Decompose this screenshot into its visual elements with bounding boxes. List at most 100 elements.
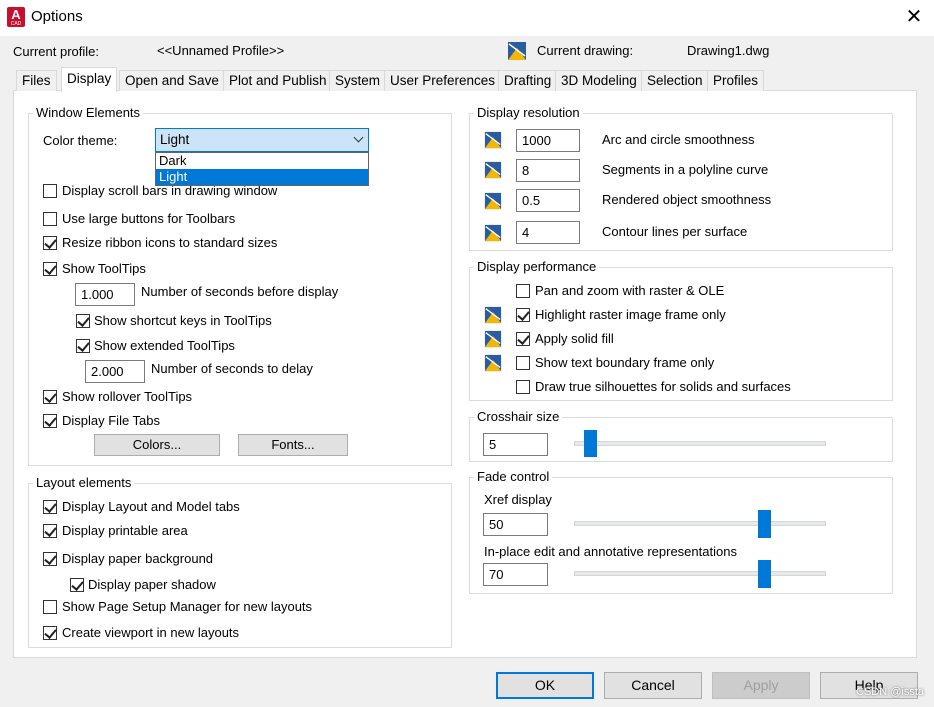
rendered-smoothness-label: Rendered object smoothness <box>602 192 772 207</box>
tab-drafting[interactable]: Drafting <box>498 70 558 91</box>
text-boundary-checkbox[interactable] <box>516 356 530 370</box>
fade-control-title: Fade control <box>474 469 553 484</box>
extended-tooltips-label: Show extended ToolTips <box>94 338 235 353</box>
create-viewport-label: Create viewport in new layouts <box>62 625 240 640</box>
crosshair-slider-thumb[interactable] <box>584 430 597 457</box>
color-theme-select[interactable]: Light <box>155 128 369 152</box>
tab-user-preferences[interactable]: User Preferences <box>384 70 502 91</box>
printable-area-checkbox[interactable] <box>43 524 57 538</box>
current-drawing-label: Current drawing: <box>537 43 634 58</box>
tab-files[interactable]: Files <box>16 70 57 91</box>
resize-ribbon-checkbox[interactable] <box>43 236 57 250</box>
xref-slider-track[interactable] <box>574 521 826 526</box>
highlight-raster-checkbox[interactable] <box>516 308 530 322</box>
xref-display-label: Xref display <box>484 492 552 507</box>
tab-profiles[interactable]: Profiles <box>707 70 765 91</box>
rendered-smoothness-input[interactable]: 0.5 <box>516 189 580 212</box>
close-icon[interactable]: ✕ <box>898 2 930 32</box>
show-tooltips-checkbox[interactable] <box>43 262 57 276</box>
color-theme-label: Color theme: <box>43 133 118 148</box>
seconds-before-display-input[interactable]: 1.000 <box>75 283 135 306</box>
layout-model-tabs-label: Display Layout and Model tabs <box>62 499 240 514</box>
current-profile-value: <<Unnamed Profile>> <box>157 43 285 58</box>
current-profile-label: Current profile: <box>13 44 99 59</box>
tab-3d-modeling[interactable]: 3D Modeling <box>555 70 643 91</box>
xref-slider-thumb[interactable] <box>758 510 771 538</box>
polyline-segments-label: Segments in a polyline curve <box>602 162 769 177</box>
seconds-to-delay-label: Number of seconds to delay <box>151 361 313 376</box>
color-theme-dropdown: Dark Light <box>155 152 369 186</box>
pan-zoom-raster-label: Pan and zoom with raster & OLE <box>535 283 725 298</box>
current-drawing-value: Drawing1.dwg <box>687 43 770 58</box>
shortcut-keys-checkbox[interactable] <box>76 314 90 328</box>
window-elements-title: Window Elements <box>33 105 144 120</box>
inplace-edit-label: In-place edit and annotative representat… <box>484 544 737 559</box>
apply-button[interactable]: Apply <box>712 672 810 699</box>
apply-solid-fill-label: Apply solid fill <box>535 331 614 346</box>
extended-tooltips-checkbox[interactable] <box>76 339 90 353</box>
app-icon-sub: CAD <box>10 21 22 27</box>
drawing-file-icon <box>484 224 502 242</box>
color-theme-value: Light <box>160 132 190 147</box>
paper-shadow-label: Display paper shadow <box>88 577 216 592</box>
paper-background-checkbox[interactable] <box>43 552 57 566</box>
contour-lines-input[interactable]: 4 <box>516 221 580 244</box>
file-tabs-checkbox[interactable] <box>43 414 57 428</box>
text-boundary-label: Show text boundary frame only <box>535 355 715 370</box>
drawing-file-icon <box>508 42 526 60</box>
layout-model-tabs-checkbox[interactable] <box>43 500 57 514</box>
xref-display-input[interactable]: 50 <box>483 513 548 536</box>
drawing-file-icon <box>484 330 502 348</box>
arc-smoothness-input[interactable]: 1000 <box>516 129 580 152</box>
chevron-down-icon[interactable] <box>353 132 364 143</box>
paper-shadow-checkbox[interactable] <box>70 578 84 592</box>
rollover-tooltips-label: Show rollover ToolTips <box>62 389 193 404</box>
large-buttons-checkbox[interactable] <box>43 212 57 226</box>
create-viewport-checkbox[interactable] <box>43 626 57 640</box>
pan-zoom-raster-checkbox[interactable] <box>516 284 530 298</box>
drawing-file-icon <box>484 354 502 372</box>
tab-open-and-save[interactable]: Open and Save <box>119 70 225 91</box>
scroll-bars-checkbox[interactable] <box>43 184 57 198</box>
tab-display[interactable]: Display <box>61 67 118 92</box>
color-theme-option-dark[interactable]: Dark <box>156 153 368 169</box>
color-theme-option-light[interactable]: Light <box>156 169 368 185</box>
ok-button[interactable]: OK <box>496 672 594 699</box>
inplace-slider-thumb[interactable] <box>758 560 771 588</box>
rollover-tooltips-checkbox[interactable] <box>43 390 57 404</box>
show-tooltips-label: Show ToolTips <box>62 261 146 276</box>
window-title: Options <box>31 8 83 25</box>
crosshair-slider-track[interactable] <box>574 441 826 446</box>
inplace-slider-track[interactable] <box>574 571 826 576</box>
fonts-button[interactable]: Fonts... <box>238 434 348 456</box>
arc-smoothness-label: Arc and circle smoothness <box>602 132 755 147</box>
tab-system[interactable]: System <box>329 70 387 91</box>
layout-elements-title: Layout elements <box>33 475 135 490</box>
crosshair-size-title: Crosshair size <box>474 409 563 424</box>
true-silhouettes-checkbox[interactable] <box>516 380 530 394</box>
shortcut-keys-label: Show shortcut keys in ToolTips <box>94 313 272 328</box>
drawing-file-icon <box>484 192 502 210</box>
seconds-to-delay-input[interactable]: 2.000 <box>85 360 145 383</box>
seconds-before-display-label: Number of seconds before display <box>141 284 339 299</box>
large-buttons-label: Use large buttons for Toolbars <box>62 211 236 226</box>
printable-area-label: Display printable area <box>62 523 188 538</box>
page-setup-manager-label: Show Page Setup Manager for new layouts <box>62 599 313 614</box>
display-performance-title: Display performance <box>474 259 600 274</box>
display-resolution-title: Display resolution <box>474 105 583 120</box>
drawing-file-icon <box>484 131 502 149</box>
page-setup-manager-checkbox[interactable] <box>43 600 57 614</box>
app-icon-letter: A <box>11 7 21 22</box>
watermark-text: CSDN @issta <box>856 686 925 698</box>
cancel-button[interactable]: Cancel <box>604 672 702 699</box>
colors-button[interactable]: Colors... <box>94 434 220 456</box>
inplace-edit-input[interactable]: 70 <box>483 563 548 586</box>
polyline-segments-input[interactable]: 8 <box>516 159 580 182</box>
resize-ribbon-label: Resize ribbon icons to standard sizes <box>62 235 278 250</box>
apply-solid-fill-checkbox[interactable] <box>516 332 530 346</box>
tab-plot-and-publish[interactable]: Plot and Publish <box>223 70 333 91</box>
highlight-raster-label: Highlight raster image frame only <box>535 307 726 322</box>
crosshair-size-input[interactable]: 5 <box>483 433 548 456</box>
tab-selection[interactable]: Selection <box>641 70 709 91</box>
drawing-file-icon <box>484 161 502 179</box>
